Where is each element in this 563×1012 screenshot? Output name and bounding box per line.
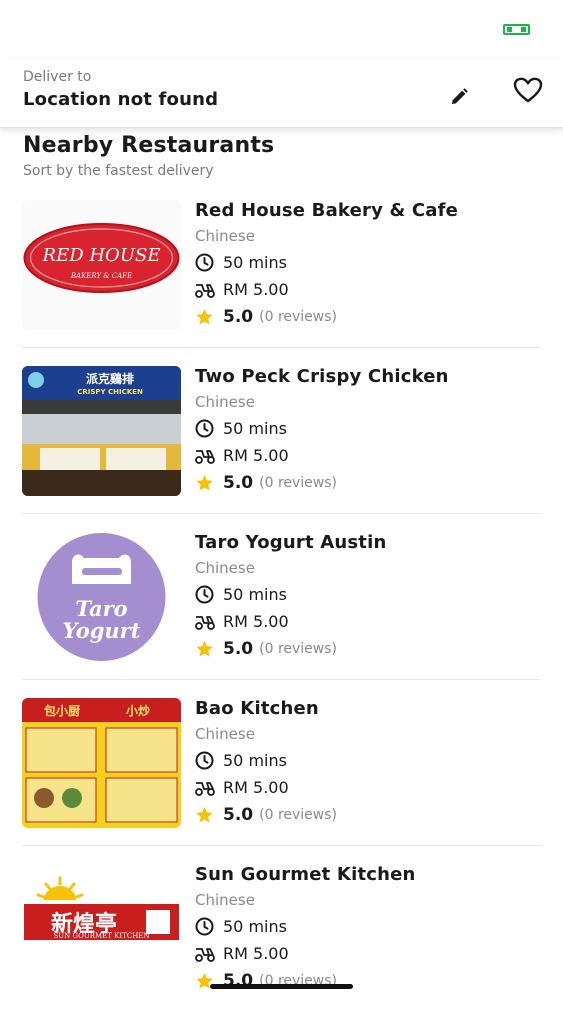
status-bar [0, 0, 563, 60]
logo-subtext: 小炒 [126, 703, 150, 718]
delivery-fee: RM 5.00 [223, 446, 289, 465]
delivery-time: 50 mins [223, 253, 287, 272]
delivery-time: 50 mins [223, 917, 287, 936]
scooter-icon [195, 446, 217, 466]
star-icon [195, 473, 217, 493]
rating-value: 5.0 [223, 638, 254, 659]
logo-subtext: SUN GOURMET KITCHEN [53, 932, 149, 940]
delivery-fee: RM 5.00 [223, 612, 289, 631]
clock-icon [195, 585, 217, 605]
heart-icon [513, 77, 543, 103]
rating-value: 5.0 [223, 306, 254, 327]
review-count: (0 reviews) [259, 474, 337, 491]
restaurant-cuisine: Chinese [195, 725, 255, 743]
scooter-icon [195, 612, 217, 632]
restaurant-name: Red House Bakery & Cafe [195, 200, 459, 221]
bao-kitchen-menu: 包小厨 小炒 [22, 698, 181, 823]
restaurant-info: Red House Bakery & Cafe Chinese 50 mins … [195, 200, 545, 327]
delivery-fee: RM 5.00 [223, 778, 289, 797]
pencil-icon [452, 88, 468, 104]
section-subtitle[interactable]: Sort by the fastest delivery [23, 163, 214, 179]
clock-icon [195, 419, 217, 439]
restaurant-card[interactable]: 包小厨 小炒 Bao Kitchen Chinese 50 mins RM 5.… [0, 680, 563, 846]
restaurant-info: Sun Gourmet Kitchen Chinese 50 mins RM 5… [195, 864, 545, 991]
favorites-button[interactable] [510, 74, 546, 106]
delivery-fee: RM 5.00 [223, 280, 289, 299]
delivery-location[interactable]: Location not found [23, 89, 218, 110]
sun-gourmet-logo: 新煌亭 SUN GOURMET KITCHEN [24, 876, 179, 940]
battery-icon [503, 24, 530, 35]
restaurant-card[interactable]: Taro Yogurt Taro Yogurt Austin Chinese 5… [0, 514, 563, 680]
two-peck-storefront: 派克鷄排 CRISPY CHICKEN [22, 366, 181, 496]
restaurant-logo: Taro Yogurt [22, 532, 181, 662]
restaurant-info: Taro Yogurt Austin Chinese 50 mins RM 5.… [195, 532, 545, 659]
restaurant-name: Taro Yogurt Austin [195, 532, 387, 553]
deliver-to-label: Deliver to [23, 69, 92, 85]
logo-subtext: CRISPY CHICKEN [77, 388, 143, 396]
rating-value: 5.0 [223, 804, 254, 825]
delivery-time: 50 mins [223, 585, 287, 604]
restaurant-name: Sun Gourmet Kitchen [195, 864, 416, 885]
star-icon [195, 639, 217, 659]
edit-location-button[interactable] [446, 84, 472, 110]
review-count: (0 reviews) [259, 640, 337, 657]
logo-text: 包小厨 [43, 703, 80, 718]
restaurant-info: Bao Kitchen Chinese 50 mins RM 5.00 5.0 … [195, 698, 545, 825]
delivery-time: 50 mins [223, 751, 287, 770]
restaurant-logo: 新煌亭 SUN GOURMET KITCHEN [22, 864, 181, 994]
logo-subtext: Yogurt [63, 618, 141, 643]
scooter-icon [195, 944, 217, 964]
logo-text: RED HOUSE [42, 245, 161, 266]
home-indicator[interactable] [210, 984, 353, 989]
review-count: (0 reviews) [259, 806, 337, 823]
restaurant-logo: RED HOUSE BAKERY & CAFE [22, 200, 181, 330]
restaurant-logo: 包小厨 小炒 [22, 698, 181, 828]
restaurant-cuisine: Chinese [195, 559, 255, 577]
delivery-fee: RM 5.00 [223, 944, 289, 963]
restaurant-card[interactable]: RED HOUSE BAKERY & CAFE Red House Bakery… [0, 182, 563, 348]
logo-text: 派克鷄排 [86, 371, 134, 386]
restaurant-cuisine: Chinese [195, 227, 255, 245]
delivery-header: Deliver to Location not found [0, 60, 563, 128]
star-icon [195, 805, 217, 825]
restaurant-name: Bao Kitchen [195, 698, 319, 719]
scooter-icon [195, 280, 217, 300]
review-count: (0 reviews) [259, 308, 337, 325]
logo-subtext: BAKERY & CAFE [70, 272, 132, 280]
delivery-time: 50 mins [223, 419, 287, 438]
scooter-icon [195, 778, 217, 798]
restaurant-info: Two Peck Crispy Chicken Chinese 50 mins … [195, 366, 545, 493]
restaurant-logo: 派克鷄排 CRISPY CHICKEN [22, 366, 181, 496]
restaurant-card[interactable]: 派克鷄排 CRISPY CHICKEN Two Peck Crispy Chic… [0, 348, 563, 514]
restaurant-name: Two Peck Crispy Chicken [195, 366, 449, 387]
restaurant-cuisine: Chinese [195, 393, 255, 411]
star-icon [195, 307, 217, 327]
restaurant-cuisine: Chinese [195, 891, 255, 909]
clock-icon [195, 917, 217, 937]
taro-yogurt-logo: Taro Yogurt [37, 533, 166, 661]
red-house-logo: RED HOUSE BAKERY & CAFE [23, 223, 180, 293]
section-title: Nearby Restaurants [23, 133, 275, 158]
clock-icon [195, 253, 217, 273]
rating-value: 5.0 [223, 472, 254, 493]
clock-icon [195, 751, 217, 771]
